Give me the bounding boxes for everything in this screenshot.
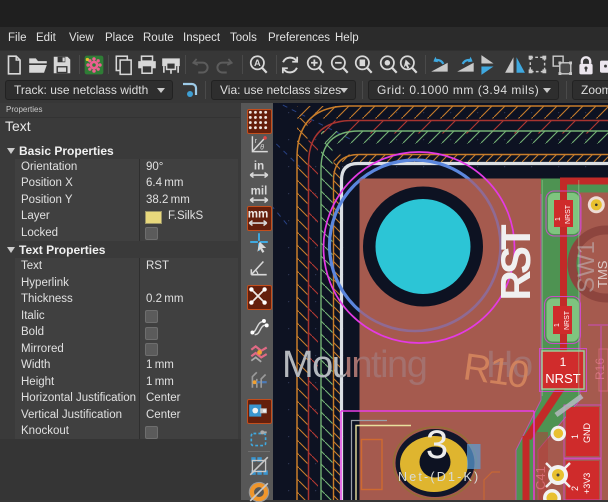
svg-text:1: 1 (570, 434, 580, 439)
svg-text:NRST: NRST (565, 204, 572, 224)
svg-text:2: 2 (570, 486, 580, 491)
svg-text:TMS: TMS (595, 260, 608, 288)
svg-text:R10: R10 (461, 346, 531, 397)
svg-text:RST: RST (492, 224, 539, 300)
svg-text:A: A (254, 58, 261, 68)
svg-text:+3V3: +3V3 (582, 473, 592, 494)
svg-text:3: 3 (426, 423, 448, 467)
svg-text:in: in (254, 161, 264, 173)
svg-text:R16: R16 (593, 358, 607, 380)
svg-text:r: r (255, 137, 258, 145)
svg-text:Net-(D1-K): Net-(D1-K) (398, 470, 480, 484)
svg-text:1: 1 (555, 217, 562, 221)
svg-text:1: 1 (554, 323, 561, 327)
svg-text:NRST: NRST (545, 371, 580, 386)
svg-text:GND: GND (582, 423, 592, 444)
svg-text:1: 1 (560, 355, 567, 369)
svg-text:NRST: NRST (564, 310, 571, 330)
svg-text:θ: θ (260, 143, 264, 151)
svg-text:mil: mil (251, 186, 268, 198)
svg-text:mm: mm (247, 209, 268, 221)
